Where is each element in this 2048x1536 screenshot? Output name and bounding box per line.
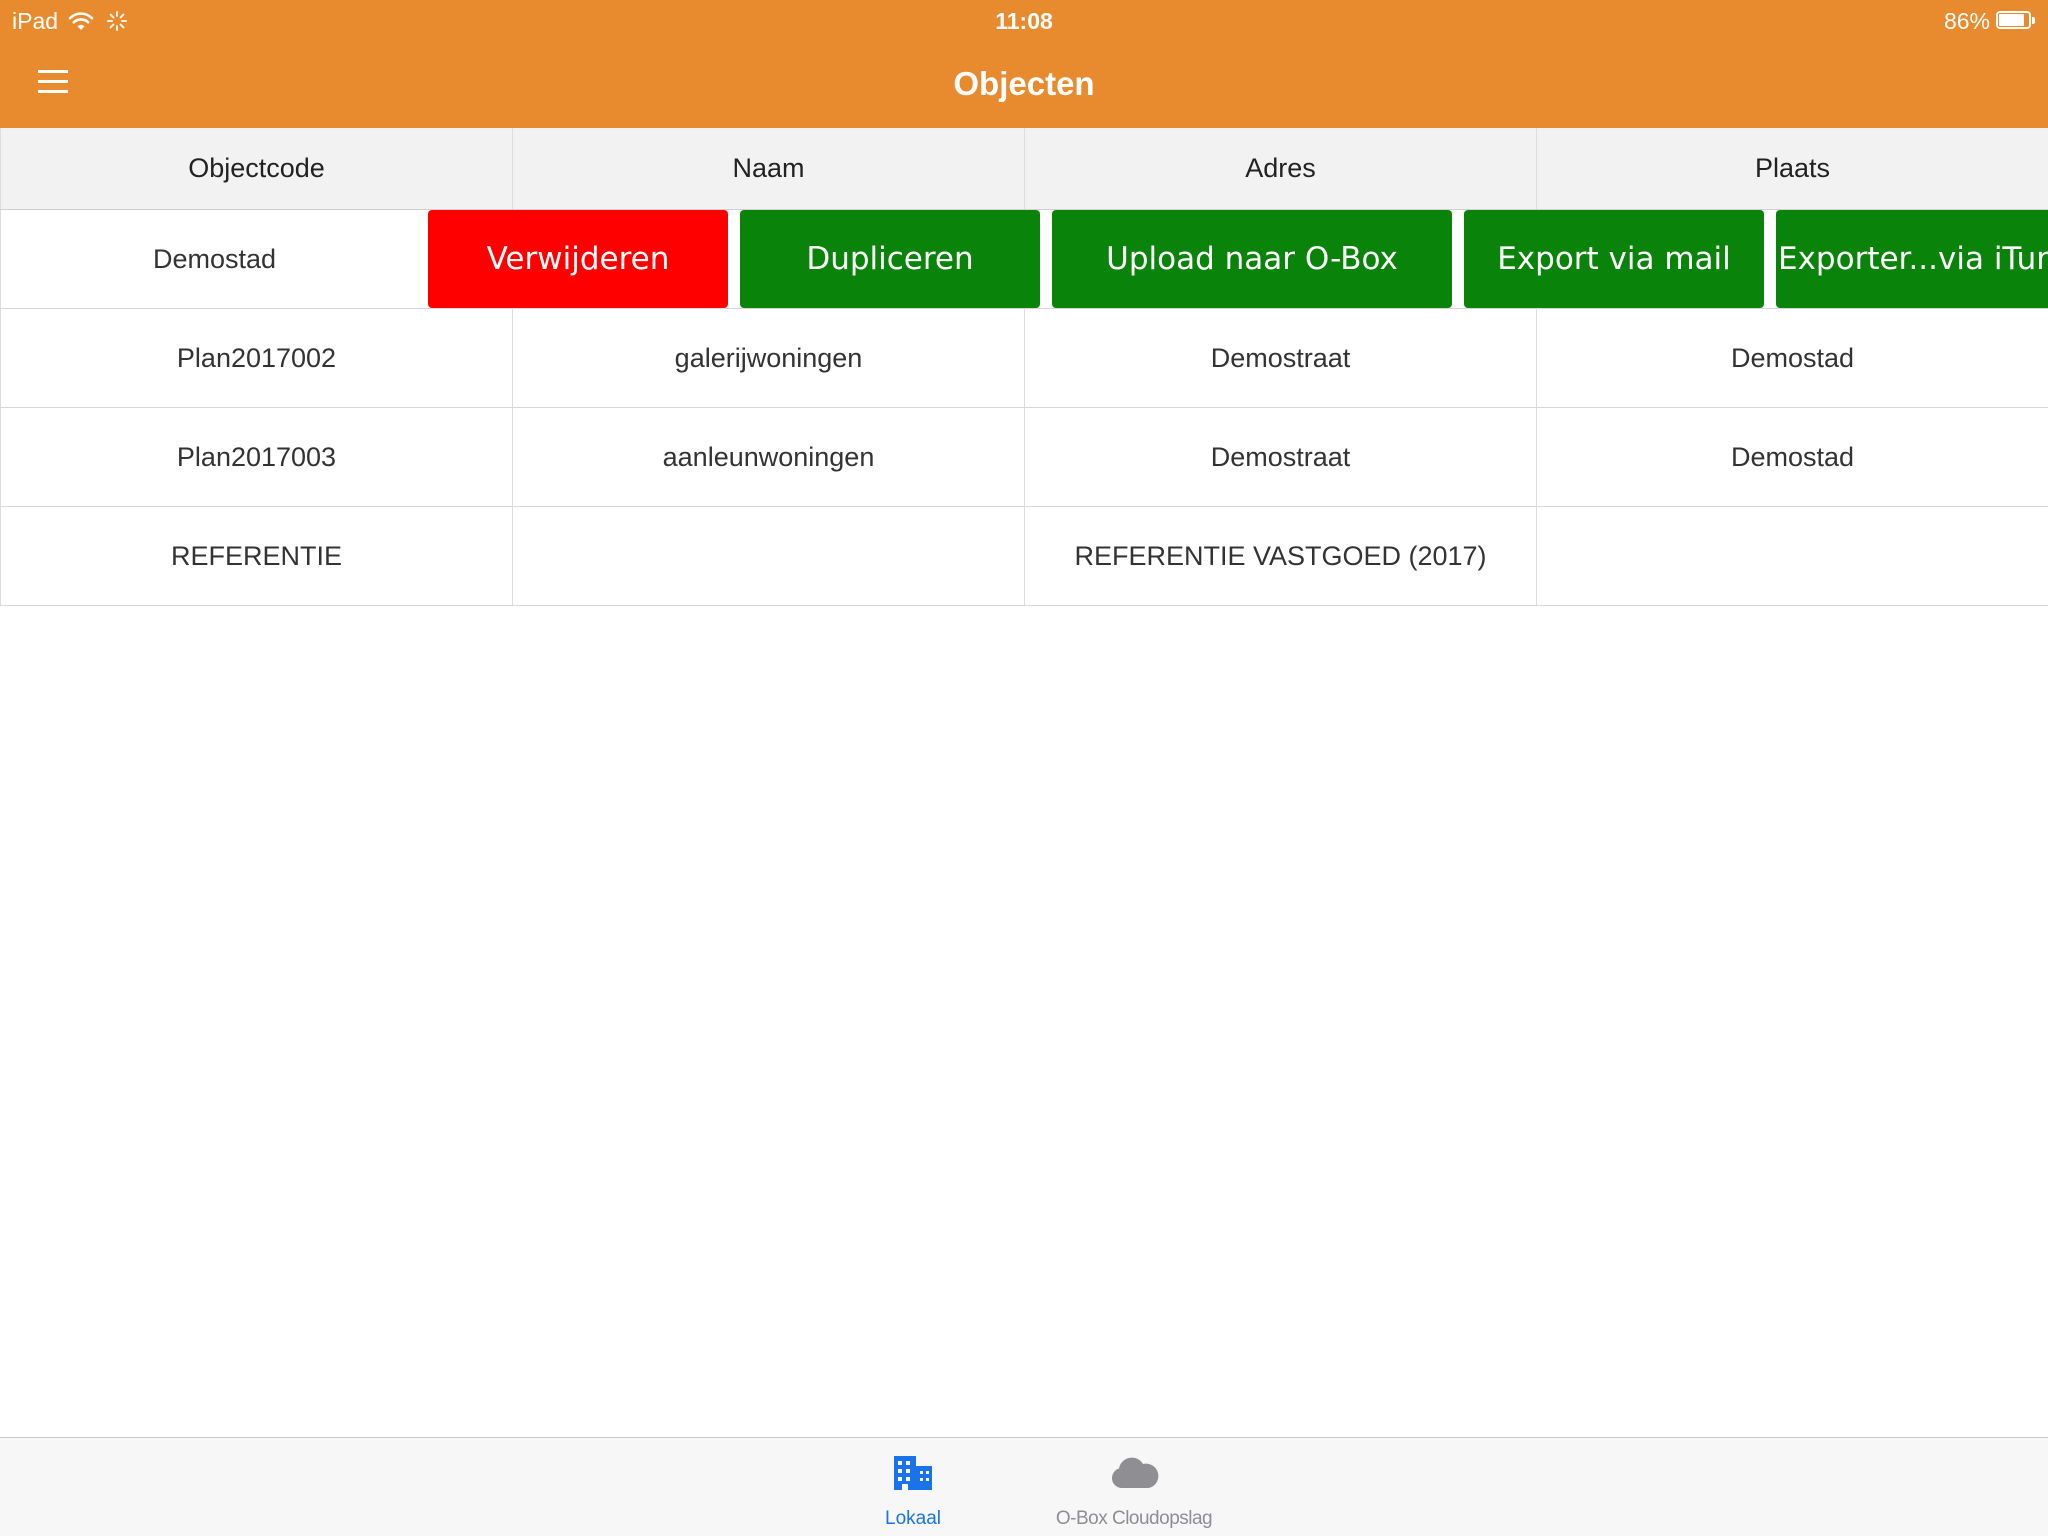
- export-mail-button[interactable]: Export via mail: [1464, 210, 1764, 308]
- cell-naam: [512, 507, 1024, 605]
- status-time: 11:08: [995, 8, 1053, 34]
- tab-lokaal[interactable]: Lokaal: [813, 1438, 1013, 1536]
- tab-label-obox: O-Box Cloudopslag: [1055, 1508, 1213, 1529]
- cell-adres: Demostraat: [1024, 408, 1536, 506]
- duplicate-button[interactable]: Dupliceren: [740, 210, 1040, 308]
- tab-obox-cloudopslag[interactable]: O-Box Cloudopslag: [1034, 1438, 1234, 1536]
- cell-objectcode: Plan2017003: [0, 408, 512, 506]
- cell-adres: Demostraat: [1024, 309, 1536, 407]
- table-row[interactable]: REFERENTIE REFERENTIE VASTGOED (2017): [0, 507, 2048, 606]
- tab-bar: Lokaal O-Box Cloudopslag: [0, 1437, 2048, 1536]
- battery-percent: 86%: [1943, 8, 1990, 34]
- cloud-icon: [1111, 1457, 1159, 1488]
- column-header-adres[interactable]: Adres: [1024, 128, 1536, 209]
- column-header-naam[interactable]: Naam: [512, 128, 1024, 209]
- cell-naam: galerijwoningen: [512, 309, 1024, 407]
- cell-plaats: [1536, 507, 2048, 605]
- status-bar-right: 86%: [1944, 6, 2036, 36]
- swiped-row-objectcode: Demostad: [0, 210, 428, 308]
- battery-icon: [1996, 11, 2036, 31]
- objects-table: Objectcode Naam Adres Plaats Demostad Pl…: [0, 128, 2048, 606]
- table-header: Objectcode Naam Adres Plaats: [0, 128, 2048, 210]
- cell-adres: REFERENTIE VASTGOED (2017): [1024, 507, 1536, 605]
- cell-objectcode: Plan2017002: [0, 309, 512, 407]
- building-icon: [894, 1456, 932, 1490]
- cell-naam: aanleunwoningen: [512, 408, 1024, 506]
- tab-label-lokaal: Lokaal: [885, 1508, 941, 1529]
- column-header-plaats[interactable]: Plaats: [1536, 128, 2048, 209]
- delete-button[interactable]: Verwijderen: [428, 210, 728, 308]
- table-row[interactable]: Plan2017002 galerijwoningen Demostraat D…: [0, 309, 2048, 408]
- top-bar: iPad 11:08 86% Objecten: [0, 0, 2048, 128]
- cell-plaats: Demostad: [1536, 309, 2048, 407]
- page-title: Objecten: [953, 65, 1095, 102]
- export-itunes-button[interactable]: Exporter...via iTunes: [1776, 210, 2048, 308]
- upload-obox-button[interactable]: Upload naar O-Box: [1052, 210, 1452, 308]
- column-header-objectcode[interactable]: Objectcode: [0, 128, 512, 209]
- table-row[interactable]: Plan2017003 aanleunwoningen Demostraat D…: [0, 408, 2048, 507]
- cell-plaats: Demostad: [1536, 408, 2048, 506]
- cell-objectcode: REFERENTIE: [0, 507, 512, 605]
